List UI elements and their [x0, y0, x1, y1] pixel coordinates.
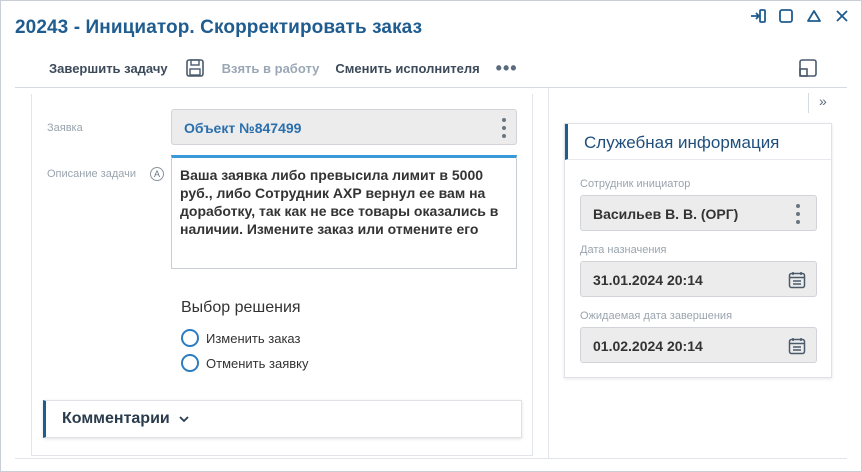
comments-title: Комментарии: [62, 410, 170, 427]
service-info-panel: Служебная информация Сотрудник инициатор…: [564, 123, 832, 378]
assigned-date-field[interactable]: 31.01.2024 20:14: [580, 261, 817, 297]
window-controls: [749, 7, 851, 25]
panel-title: Служебная информация: [584, 133, 780, 152]
expected-date-label: Ожидаемая дата завершения: [580, 310, 733, 322]
request-kebab-icon[interactable]: [497, 118, 511, 138]
radio-cancel-request[interactable]: [181, 354, 199, 372]
close-icon[interactable]: [833, 7, 851, 25]
more-actions-button[interactable]: •••: [488, 58, 526, 79]
info-a-icon: A: [150, 167, 164, 181]
change-executor-button[interactable]: Сменить исполнителя: [327, 61, 487, 76]
vertical-divider: [548, 88, 549, 459]
description-textarea[interactable]: Ваша заявка либо превысила лимит в 5000 …: [171, 155, 517, 269]
save-icon[interactable]: [182, 55, 208, 81]
page-title: 20243 - Инициатор. Скорректировать заказ: [15, 17, 423, 38]
open-in-window-icon[interactable]: [797, 57, 819, 79]
expand-divider: [808, 93, 809, 113]
initiator-value: Васильев В. В. (ОРГ): [593, 206, 739, 222]
task-window: 20243 - Инициатор. Скорректировать заказ…: [0, 0, 862, 472]
description-label: Описание задачи: [47, 168, 136, 180]
panel-header: Служебная информация: [565, 124, 831, 160]
request-value[interactable]: Объект №847499: [184, 120, 301, 136]
bottom-divider: [15, 458, 847, 459]
complete-task-button[interactable]: Завершить задачу: [41, 61, 176, 76]
expected-date-field[interactable]: 01.02.2024 20:14: [580, 327, 817, 363]
initiator-label: Сотрудник инициатор: [580, 178, 691, 190]
option-change-order-label: Изменить заказ: [206, 330, 301, 346]
expand-panel-icon[interactable]: »: [819, 93, 827, 109]
collapse-to-side-icon[interactable]: [749, 7, 767, 25]
request-label: Заявка: [47, 122, 83, 134]
maximize-icon[interactable]: [777, 7, 795, 25]
calendar-icon[interactable]: [787, 336, 807, 356]
option-cancel-request-label: Отменить заявку: [206, 355, 309, 371]
request-select[interactable]: Объект №847499: [171, 109, 517, 145]
take-to-work-button[interactable]: Взять в работу: [214, 61, 328, 76]
decision-title: Выбор решения: [181, 299, 301, 316]
radio-change-order[interactable]: [181, 329, 199, 347]
option-cancel-request[interactable]: Отменить заявку: [181, 354, 308, 372]
calendar-icon[interactable]: [787, 270, 807, 290]
comments-section-header[interactable]: Комментарии: [43, 400, 522, 438]
toolbar: Завершить задачу Взять в работу Сменить …: [41, 55, 526, 81]
chevron-down-icon: [178, 413, 190, 425]
initiator-field[interactable]: Васильев В. В. (ОРГ): [580, 195, 817, 231]
assigned-date-value: 31.01.2024 20:14: [593, 272, 703, 288]
minimize-icon[interactable]: [805, 7, 823, 25]
option-change-order[interactable]: Изменить заказ: [181, 329, 300, 347]
assigned-date-label: Дата назначения: [580, 244, 667, 256]
initiator-kebab-icon[interactable]: [791, 204, 805, 224]
expected-date-value: 01.02.2024 20:14: [593, 338, 703, 354]
toolbar-divider: [15, 87, 847, 88]
